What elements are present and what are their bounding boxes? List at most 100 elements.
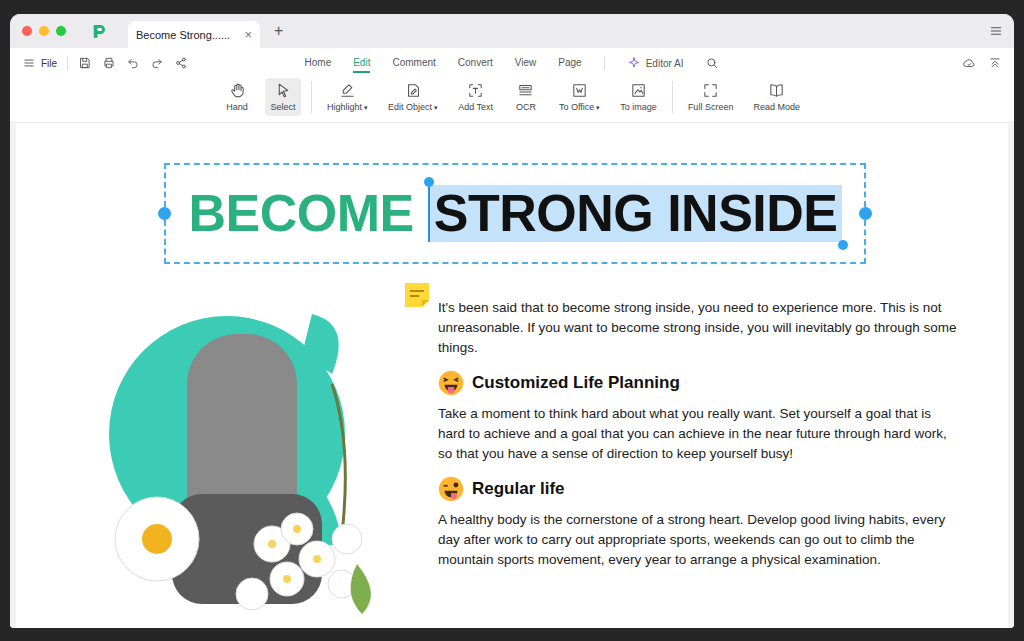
cloud-icon[interactable] [962, 56, 976, 70]
tool-label: Add Text [458, 102, 493, 112]
collapse-icon[interactable] [988, 56, 1002, 70]
separator [672, 81, 673, 113]
section-paragraph[interactable]: A healthy body is the cornerstone of a s… [438, 510, 958, 570]
tool-button[interactable]: Full Screen [683, 78, 739, 116]
tool-icon [571, 82, 588, 99]
tool-icon [339, 82, 356, 99]
tool-label: Hand [226, 102, 248, 112]
section-heading-text: Regular life [472, 479, 565, 499]
tool-icon [405, 82, 422, 99]
document-tab-title: Become Strong...... [136, 29, 230, 41]
close-window-button[interactable] [22, 26, 32, 36]
window-actions [719, 56, 1002, 70]
tool-button[interactable]: To Office▾ [554, 78, 605, 116]
tool-button[interactable]: Read Mode [748, 78, 805, 116]
quick-actions: File [22, 56, 305, 70]
section: Regular life A healthy body is the corner… [438, 476, 958, 570]
dropdown-caret: ▾ [364, 104, 368, 111]
tool-icon [702, 82, 719, 99]
tool-icon [275, 82, 292, 99]
tab-close-button[interactable]: × [244, 27, 252, 42]
main-tab[interactable]: View [515, 53, 537, 73]
title-bar: Become Strong...... × + [10, 14, 1014, 48]
section-heading-text: Customized Life Planning [472, 373, 680, 393]
minimize-window-button[interactable] [39, 26, 49, 36]
dropdown-caret: ▾ [596, 104, 600, 111]
sticky-note-icon[interactable] [402, 280, 432, 310]
file-label: File [41, 58, 57, 69]
tool-label: To image [620, 102, 657, 112]
tool-label: Edit Object▾ [388, 102, 438, 112]
tool-label: Read Mode [753, 102, 800, 112]
selection-handle[interactable] [838, 240, 848, 250]
title-row: BECOME STRONG INSIDE [16, 163, 1008, 264]
print-icon[interactable] [102, 56, 116, 70]
portrait-illustration [102, 294, 402, 624]
app-window: Become Strong...... × + File Home Edit Comment… [10, 14, 1014, 628]
pdf-page: BECOME STRONG INSIDE It's been said that t… [16, 123, 1008, 628]
text-column: It's been said that to become strong ins… [438, 280, 958, 624]
emoji-face-icon [438, 370, 464, 396]
separator [67, 57, 68, 70]
main-tab[interactable]: Convert [458, 53, 493, 73]
section-heading[interactable]: Customized Life Planning [438, 370, 958, 396]
redo-icon[interactable] [150, 56, 164, 70]
share-icon[interactable] [174, 56, 188, 70]
zoom-window-button[interactable] [56, 26, 66, 36]
tool-button[interactable]: To image [615, 78, 662, 116]
screen: Become Strong...... × + File Home Edit Comment… [0, 0, 1024, 641]
document-title[interactable]: STRONG INSIDE [428, 185, 842, 242]
editor-ai-label: Editor AI [646, 58, 684, 69]
tool-button[interactable]: Select [265, 78, 301, 116]
separator [311, 81, 312, 113]
selected-text-box[interactable]: BECOME STRONG INSIDE [164, 163, 865, 264]
section-paragraph[interactable]: Take a moment to think hard about what y… [438, 404, 958, 464]
editor-ai-button[interactable]: Editor AI [627, 56, 684, 70]
tool-label: Full Screen [688, 102, 734, 112]
search-icon[interactable] [705, 56, 719, 70]
tool-icon [467, 82, 484, 99]
page-content: It's been said that to become strong ins… [16, 264, 1008, 624]
selection-handle[interactable] [424, 177, 434, 187]
resize-handle[interactable] [859, 207, 872, 220]
main-tab[interactable]: Home [305, 53, 332, 73]
emoji-face-icon [438, 476, 464, 502]
menu-bar: File Home Edit Comment Convert View Page Editor… [10, 48, 1014, 76]
resize-handle[interactable] [158, 207, 171, 220]
tool-button[interactable]: Add Text [453, 78, 498, 116]
main-tab[interactable]: Comment [392, 53, 435, 73]
tool-button[interactable]: Edit Object▾ [383, 78, 443, 116]
sparkle-icon [627, 56, 641, 70]
save-icon[interactable] [78, 56, 92, 70]
tool-icon [630, 82, 647, 99]
main-tab[interactable]: Edit [353, 53, 370, 73]
document-tab[interactable]: Become Strong...... × [128, 21, 260, 48]
main-tabs: Home Edit Comment Convert View Page Editor AI [305, 53, 720, 73]
file-menu-button[interactable]: File [22, 56, 57, 70]
main-tab[interactable]: Page [558, 53, 581, 73]
document-area: BECOME STRONG INSIDE It's been said that t… [10, 123, 1014, 628]
section-heading[interactable]: Regular life [438, 476, 958, 502]
tool-bar: Hand Select Highlight▾ Edit Object▾ Add Text… [10, 76, 1014, 123]
new-tab-button[interactable]: + [274, 22, 283, 40]
tool-button[interactable]: OCR [508, 78, 544, 116]
undo-icon[interactable] [126, 56, 140, 70]
tool-label: Select [271, 102, 296, 112]
tool-icon [768, 82, 785, 99]
tool-button[interactable]: Hand [219, 78, 255, 116]
intro-paragraph[interactable]: It's been said that to become strong ins… [438, 298, 958, 358]
tool-button[interactable]: Highlight▾ [322, 78, 373, 116]
hamburger-icon [22, 56, 36, 70]
note-column [402, 280, 438, 624]
document-title[interactable]: BECOME [188, 185, 413, 242]
dropdown-caret: ▾ [434, 104, 438, 111]
tool-label: OCR [516, 102, 536, 112]
menu-icon[interactable] [988, 23, 1004, 39]
tool-label: Highlight▾ [327, 102, 368, 112]
window-controls [22, 26, 66, 36]
tool-icon [229, 82, 246, 99]
tool-label: To Office▾ [559, 102, 600, 112]
tool-icon [517, 82, 534, 99]
separator [604, 57, 605, 70]
section: Customized Life Planning Take a moment to… [438, 370, 958, 464]
